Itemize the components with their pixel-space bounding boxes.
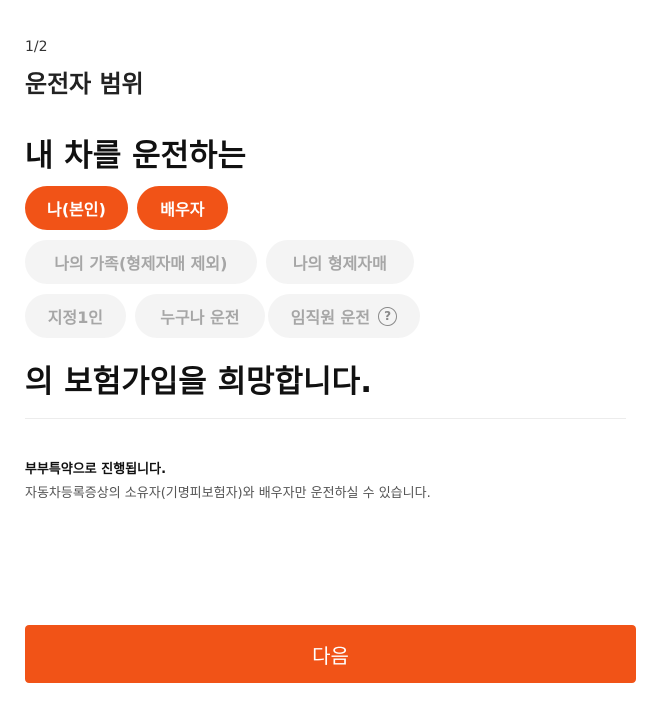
option-spouse-chip[interactable]: 배우자 bbox=[137, 186, 228, 230]
page-title: 운전자 범위 bbox=[25, 70, 144, 98]
option-one-person-chip[interactable]: 지정1인 bbox=[25, 294, 126, 338]
note-description: 자동차등록증상의 소유자(기명피보험자)와 배우자만 운전하실 수 있습니다. bbox=[25, 486, 431, 501]
question-lead: 내 차를 운전하는 bbox=[25, 138, 247, 174]
note-title: 부부특약으로 진행됩니다. bbox=[25, 462, 167, 477]
help-icon[interactable]: ? bbox=[378, 306, 398, 326]
option-family-chip[interactable]: 나의 가족(형제자매 제외) bbox=[25, 240, 257, 284]
option-anyone-chip[interactable]: 누구나 운전 bbox=[135, 294, 265, 338]
next-button[interactable]: 다음 bbox=[25, 625, 636, 683]
option-self-chip[interactable]: 나(본인) bbox=[25, 186, 128, 230]
question-tail: 의 보험가입을 희망합니다. bbox=[25, 364, 373, 400]
option-staff-chip[interactable]: 임직원 운전 ? bbox=[268, 294, 420, 338]
step-indicator: 1/2 bbox=[25, 39, 48, 55]
option-siblings-chip[interactable]: 나의 형제자매 bbox=[266, 240, 414, 284]
option-staff-label: 임직원 운전 bbox=[290, 308, 371, 327]
divider bbox=[25, 418, 626, 419]
